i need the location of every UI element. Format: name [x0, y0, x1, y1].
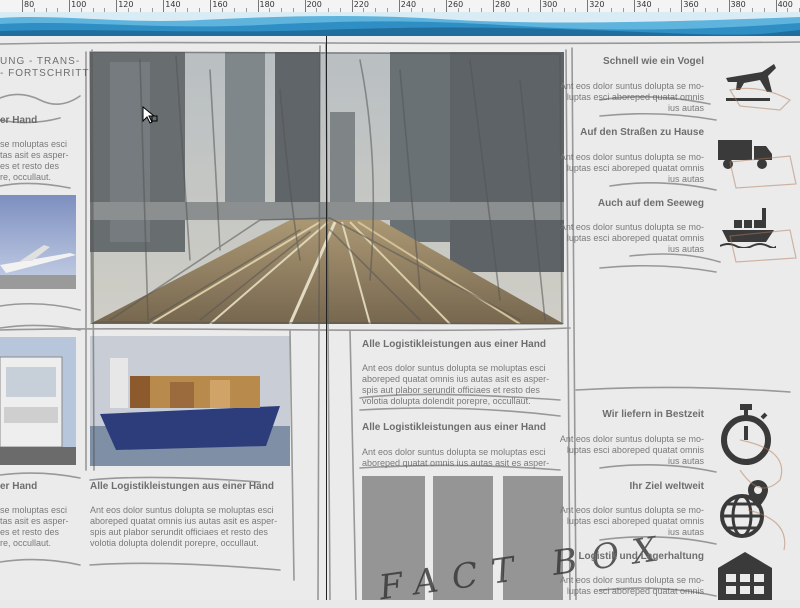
right-item-text-flight-2: luptas esci aboreped quatat omnis [566, 92, 704, 102]
right-item-text-flight-3: ius autas [667, 103, 704, 113]
middle-block1-text-4: volotia dolupta dolendit porepre, occull… [362, 396, 531, 406]
warehouse-icon [718, 552, 772, 600]
right-item-heading-time: Wir liefern in Bestzeit [602, 409, 704, 420]
airplane-icon [726, 64, 776, 101]
middle-block2-heading: Alle Logistikleistungen aus einer Hand [362, 422, 546, 433]
ruler-label: 120 [118, 0, 134, 9]
middle-block1-heading: Alle Logistikleistungen aus einer Hand [362, 339, 546, 350]
left-section1-text-4: re, occullaut. [0, 172, 52, 182]
right-item-text-time-1: Ant eos dolor suntus dolupta se mo- [559, 434, 704, 444]
right-item-heading-road: Auf den Straßen zu Hause [580, 127, 704, 138]
stopwatch-icon [721, 404, 771, 465]
right-item-text-road-1: Ant eos dolor suntus dolupta se mo- [559, 152, 704, 162]
left-section2-text-3: es et resto des [0, 527, 60, 537]
right-item-heading-sea: Auch auf dem Seeweg [597, 198, 704, 209]
margin-guide [326, 36, 327, 600]
ruler-label: 400 [777, 0, 793, 9]
ruler-label: 320 [589, 0, 605, 9]
ruler-label: 240 [400, 0, 417, 9]
left-section2-text-4: re, occullaut. [0, 538, 52, 548]
ruler-label: 220 [353, 0, 369, 9]
right-item-text-time-3: ius autas [667, 456, 704, 466]
ruler-label: 160 [212, 0, 228, 9]
right-item-text-flight-1: Ant eos dolor suntus dolupta se mo- [559, 81, 704, 91]
blue-wave-banner [0, 12, 800, 36]
ship-card-text-2: aboreped quatat omnis ius autas asit es … [90, 516, 278, 526]
middle-block2-text-1: Ant eos dolor suntus dolupta se moluptas… [362, 447, 546, 457]
ruler-label: 380 [730, 0, 746, 9]
ruler-label: 340 [636, 0, 652, 9]
right-item-heading-storage: Logistik und Lagerhaltung [578, 551, 704, 562]
ship-card-text-4: volotia dolupta dolendit porepre, occull… [90, 538, 259, 548]
right-item-text-world-2: luptas esci aboreped quatat omnis [566, 516, 704, 526]
right-item-text-sea-2: luptas esci aboreped quatat omnis [566, 233, 704, 243]
left-section2-text-2: tas asit es asper- [0, 516, 69, 526]
ruler-label: 140 [165, 0, 181, 9]
right-item-text-road-2: luptas esci aboreped quatat omnis [566, 163, 704, 173]
middle-block1-text-2: aboreped quatat omnis ius autas asit es … [362, 374, 550, 384]
right-item-text-storage-1: Ant eos dolor suntus dolupta se mo- [559, 575, 704, 585]
left-section1-text-1: se moluptas esci [0, 139, 68, 149]
left-section1-text-2: tas asit es asper- [0, 150, 69, 160]
ship-card-text-3: spis aut plabor serundit officiaes et re… [90, 527, 268, 537]
right-item-text-time-2: luptas esci aboreped quatat omnis [566, 445, 704, 455]
left-section1-heading: er Hand [0, 115, 38, 126]
ruler-label: 80 [24, 0, 35, 9]
ship-card-text-1: Ant eos dolor suntus dolupta se moluptas… [90, 505, 274, 515]
ruler-label: 260 [447, 0, 464, 9]
right-item-text-storage-2: luptas esci aboreped quatat omnis [566, 586, 704, 596]
left-section1-text-3: es et resto des [0, 161, 60, 171]
truck-photo [0, 337, 76, 465]
ship-photo[interactable] [90, 336, 290, 466]
ship-card-heading: Alle Logistikleistungen aus einer Hand [90, 481, 274, 492]
right-item-text-world-1: Ant eos dolor suntus dolupta se mo- [559, 505, 704, 515]
ship-icon [720, 208, 776, 248]
globe-pin-icon [720, 480, 768, 538]
left-top-heading-1: UNG - TRANS- [0, 56, 81, 67]
mouse-cursor-icon [142, 106, 158, 124]
right-item-text-road-3: ius autas [667, 174, 704, 184]
ruler-label: 200 [306, 0, 322, 9]
hero-city-photo[interactable] [90, 52, 564, 324]
middle-block1-text-1: Ant eos dolor suntus dolupta se moluptas… [362, 363, 546, 373]
right-item-text-world-3: ius autas [667, 527, 704, 537]
right-item-text-sea-1: Ant eos dolor suntus dolupta se mo- [559, 222, 704, 232]
airplane-photo [0, 195, 76, 289]
ruler-label: 300 [542, 0, 558, 9]
ruler-label: 180 [259, 0, 275, 9]
truck-icon [718, 140, 772, 169]
left-section2-heading: er Hand [0, 481, 38, 492]
ruler-label: 360 [683, 0, 699, 9]
middle-block2-text-2: aboreped quatat omnis ius autas asit es … [362, 458, 550, 468]
middle-block1-text-3: spis aut plabor serundit officiaes et re… [362, 385, 540, 395]
right-item-heading-world: Ihr Ziel weltweit [629, 481, 704, 492]
left-section2-text-1: se moluptas esci [0, 505, 68, 515]
ruler-label: 100 [71, 0, 87, 9]
right-item-text-sea-3: ius autas [667, 244, 704, 254]
right-item-heading-flight: Schnell wie ein Vogel [603, 56, 704, 67]
ruler-label: 280 [495, 0, 511, 9]
left-top-heading-2: - FORTSCHRITT [0, 68, 90, 79]
